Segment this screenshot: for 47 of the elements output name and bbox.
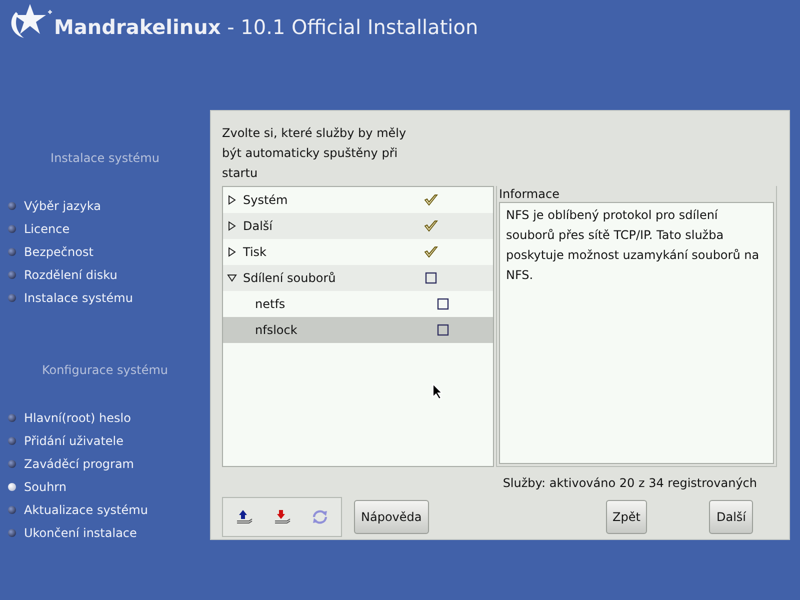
service-label: nfslock (254, 323, 298, 337)
tree-row[interactable]: Další (223, 213, 493, 239)
upload-icon[interactable] (235, 509, 253, 525)
collapse-triangle-icon[interactable] (227, 273, 237, 283)
checkbox[interactable] (435, 296, 451, 312)
step-label: Rozdělení disku (24, 268, 118, 282)
checkbox[interactable] (435, 322, 451, 338)
tree-row[interactable]: netfs (223, 291, 493, 317)
mouse-cursor-icon (432, 383, 443, 400)
step-label: Zaváděcí program (24, 456, 134, 470)
brand-title: Mandrakelinux (54, 15, 221, 39)
service-label: Tisk (243, 245, 268, 259)
checkmark-icon[interactable] (423, 244, 439, 260)
service-label: netfs (254, 297, 286, 311)
help-button[interactable]: Nápověda (354, 500, 429, 534)
step-label: Ukončení instalace (24, 526, 137, 540)
tree-row[interactable]: Tisk (223, 239, 493, 265)
step-label: Instalace systému (24, 290, 133, 304)
tree-row[interactable]: Sdílení souborů (223, 265, 493, 291)
service-label: Další (243, 219, 274, 233)
expand-triangle-icon[interactable] (227, 247, 237, 257)
checkmark-icon[interactable] (423, 192, 439, 208)
step-label: Výběr jazyka (24, 198, 101, 212)
checkmark-icon[interactable] (423, 218, 439, 234)
status-text: Služby: aktivováno 20 z 34 registrovaných (502, 475, 758, 492)
prompt-text: Zvolte si, které služby by měly být automaticky spuštěny při startu (222, 125, 408, 182)
info-text: NFS je oblíbený protokol pro sdílení souborů přes sítě TCP/IP. Tato služba poskytuje možnost uzamykání souborů na NFS. (499, 202, 774, 464)
service-label: Sdílení souborů (243, 271, 337, 285)
info-legend: Informace (499, 186, 774, 202)
step-label: Hlavní(root) heslo (24, 410, 131, 424)
expand-triangle-icon[interactable] (227, 221, 237, 231)
step-label: Licence (24, 222, 70, 236)
step-label: Přidání uživatele (24, 434, 124, 448)
step-label: Bezpečnost (24, 244, 94, 258)
section-heading: Konfigurace systému (40, 363, 170, 379)
expand-triangle-icon[interactable] (227, 195, 237, 205)
step-label: Souhrn (24, 480, 66, 494)
section-heading: Instalace systému (50, 151, 160, 167)
download-icon[interactable] (273, 509, 291, 525)
service-label: Systém (243, 193, 289, 207)
tree-row[interactable]: Systém (223, 187, 493, 213)
step-label: Aktualizace systému (24, 502, 148, 516)
back-button[interactable]: Zpět (606, 500, 648, 534)
next-button[interactable]: Další (709, 500, 753, 534)
tree-row[interactable]: nfslock (223, 317, 493, 343)
checkbox[interactable] (423, 270, 439, 286)
installer-title: - 10.1 Official Installation (226, 15, 478, 39)
